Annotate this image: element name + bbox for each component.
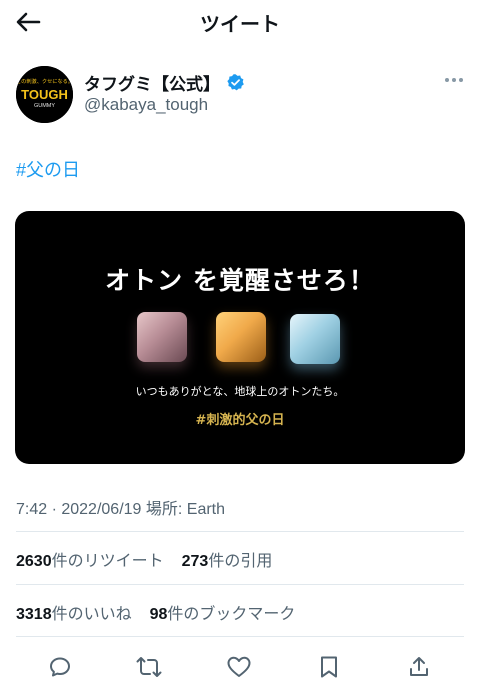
like-icon: [227, 656, 251, 677]
quotes-count: 273: [181, 553, 209, 570]
reply-button[interactable]: [45, 652, 75, 682]
tweet-action-bar: [0, 646, 480, 686]
likes-label: 件のいいね: [51, 606, 132, 623]
retweets-label: 件のリツイート: [51, 553, 164, 570]
divider: [16, 531, 464, 532]
avatar[interactable]: この刺激、クセになる。 TOUGH GUMMY: [16, 66, 73, 123]
page-title: ツイート: [200, 14, 280, 36]
like-button[interactable]: [224, 652, 254, 682]
bookmarks-label: 件のブックマーク: [167, 606, 296, 623]
gummy-cube-orange: [216, 312, 266, 362]
verified-badge-icon: [227, 74, 244, 91]
share-button[interactable]: [404, 652, 434, 682]
gummy-cube-soda: [290, 314, 340, 364]
hashtag-link[interactable]: #父の日: [16, 156, 80, 182]
media-tagline: #刺激的父の日: [195, 413, 285, 428]
divider: [16, 584, 464, 585]
more-options-icon[interactable]: [442, 70, 466, 90]
retweets-stat[interactable]: 2630件のリツイート: [16, 547, 164, 571]
media-headline: オトン を覚醒させろ！: [105, 266, 375, 295]
bookmarks-stat[interactable]: 98件のブックマーク: [150, 600, 296, 624]
share-icon: [410, 657, 428, 676]
retweet-button[interactable]: [134, 652, 164, 682]
quotes-stat[interactable]: 273件の引用: [182, 547, 273, 571]
bookmarks-count: 98: [149, 606, 168, 623]
stats-row-likes: 3318件のいいね 98件のブックマーク: [16, 600, 295, 624]
tweet-media-image[interactable]: オトン を覚醒させろ！ いつもありがとな、地球上のオトンたち。 #刺激的父の日: [15, 211, 465, 464]
likes-count: 3318: [16, 606, 52, 623]
quotes-label: 件の引用: [208, 553, 273, 570]
likes-stat[interactable]: 3318件のいいね: [16, 600, 132, 624]
tough-gummy-logo: この刺激、クセになる。 TOUGH GUMMY: [16, 66, 73, 123]
author-handle[interactable]: @kabaya_tough: [84, 95, 208, 115]
avatar-sub-text: GUMMY: [34, 103, 55, 109]
bookmark-button[interactable]: [314, 652, 344, 682]
avatar-main-text: TOUGH: [21, 87, 68, 102]
stats-row-retweets: 2630件のリツイート 273件の引用: [16, 547, 272, 571]
gummy-cube-grape: [137, 312, 187, 362]
tweet-timestamp[interactable]: 7:42 · 2022/06/19 場所: Earth: [16, 495, 225, 519]
author-name[interactable]: タフグミ【公式】: [84, 70, 220, 95]
avatar-top-text: この刺激、クセになる。: [16, 77, 73, 85]
reply-icon: [50, 657, 70, 677]
divider: [16, 636, 464, 637]
media-subline: いつもありがとな、地球上のオトンたち。: [135, 385, 345, 398]
retweets-count: 2630: [16, 553, 52, 570]
author-name-row[interactable]: タフグミ【公式】: [84, 70, 245, 95]
bookmark-icon: [321, 656, 337, 678]
retweet-icon: [136, 657, 162, 677]
